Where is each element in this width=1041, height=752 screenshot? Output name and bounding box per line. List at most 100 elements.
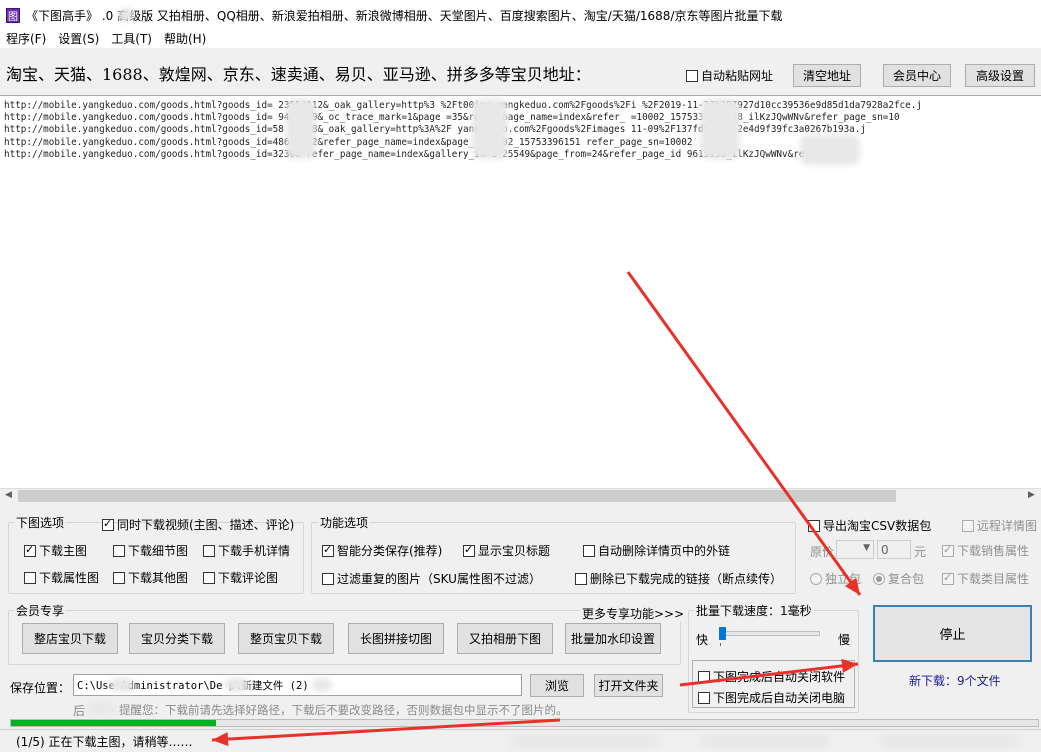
download-other-image-option[interactable]: 下载其他图 bbox=[113, 569, 188, 586]
export-csv-option[interactable]: 导出淘宝CSV数据包 bbox=[808, 517, 931, 534]
download-review-image-option[interactable]: 下载评论图 bbox=[203, 569, 278, 586]
member-title: 会员专享 bbox=[14, 602, 67, 619]
whole-store-download-button[interactable]: 整店宝贝下载 bbox=[22, 623, 118, 654]
price-value: 0 bbox=[881, 542, 889, 557]
filter-duplicate-option[interactable]: 过滤重复的图片（SKU属性图不过滤） bbox=[322, 570, 541, 587]
category-download-button[interactable]: 宝贝分类下载 bbox=[129, 623, 225, 654]
long-image-stitch-button[interactable]: 长图拼接切图 bbox=[348, 623, 444, 654]
checkbox[interactable] bbox=[24, 543, 36, 557]
chevron-down-icon: ▼ bbox=[863, 543, 870, 553]
radio[interactable] bbox=[873, 572, 885, 585]
more-features-link[interactable]: 更多专享功能>>> bbox=[580, 605, 687, 622]
option-label: 独立包 bbox=[825, 572, 862, 586]
menu-bar: 程序(F) 设置(S) 工具(T) 帮助(H) bbox=[0, 30, 1041, 48]
menu-tools[interactable]: 工具(T) bbox=[105, 30, 158, 48]
tick-mark bbox=[720, 643, 721, 646]
window-title: 《下图高手》 .0 高级版 又拍相册、QQ相册、新浪爱拍相册、新浪微博相册、天堂… bbox=[26, 8, 783, 23]
option-label: 导出淘宝CSV数据包 bbox=[823, 519, 932, 533]
checkbox[interactable] bbox=[575, 572, 587, 585]
checkbox[interactable] bbox=[583, 544, 595, 557]
price-operator-select[interactable]: ▼ bbox=[836, 540, 874, 559]
checkbox[interactable] bbox=[698, 691, 710, 704]
download-options-title: 下图选项 bbox=[14, 514, 67, 531]
remove-external-links-option[interactable]: 自动删除详情页中的外链 bbox=[583, 542, 730, 559]
download-mobile-detail-option[interactable]: 下载手机详情 bbox=[203, 542, 290, 559]
option-label: 下载细节图 bbox=[128, 544, 189, 558]
advanced-settings-button[interactable]: 高级设置 bbox=[965, 64, 1035, 87]
auto-paste-label: 自动粘贴网址 bbox=[701, 69, 774, 83]
menu-settings[interactable]: 设置(S) bbox=[52, 30, 105, 48]
download-video-option[interactable]: 同时下载视频(主图、描述、评论) bbox=[102, 516, 294, 533]
redaction-blur bbox=[118, 8, 134, 22]
clear-url-button[interactable]: 清空地址 bbox=[793, 64, 861, 87]
whole-page-download-button[interactable]: 整页宝贝下载 bbox=[238, 623, 334, 654]
category-attr-option[interactable]: 下载类目属性 bbox=[942, 570, 1029, 587]
remote-detail-option[interactable]: 远程详情图 bbox=[962, 517, 1037, 534]
independent-package-radio[interactable]: 独立包 bbox=[810, 570, 861, 587]
url-textarea[interactable]: http://mobile.yangkeduo.com/goods.html?g… bbox=[0, 95, 1041, 488]
radio[interactable] bbox=[810, 572, 822, 585]
scroll-left-icon[interactable]: ◀ bbox=[5, 488, 12, 503]
option-label: 下图完成后自动关闭电脑 bbox=[713, 691, 846, 705]
download-video-checkbox[interactable] bbox=[102, 517, 114, 531]
checkbox[interactable] bbox=[942, 571, 954, 585]
smart-classify-option[interactable]: 智能分类保存(推荐) bbox=[322, 542, 442, 559]
auto-paste-checkbox[interactable] bbox=[686, 69, 698, 82]
batch-watermark-button[interactable]: 批量加水印设置 bbox=[565, 623, 661, 654]
function-options-title: 功能选项 bbox=[318, 514, 371, 531]
url-line: http://mobile.yangkeduo.com/goods.html?g… bbox=[4, 112, 900, 124]
checkbox[interactable] bbox=[203, 544, 215, 557]
composite-package-radio[interactable]: 复合包 bbox=[873, 570, 924, 587]
redaction-blur bbox=[286, 99, 316, 159]
save-path-input[interactable]: C:\Use Administrator\De p\新建文件 (2) bbox=[73, 674, 522, 696]
price-label: 原价 bbox=[810, 545, 835, 559]
price-value-input[interactable]: 0 bbox=[877, 540, 911, 559]
checkbox[interactable] bbox=[698, 670, 710, 683]
checkbox[interactable] bbox=[463, 543, 475, 557]
speed-slow-label: 慢 bbox=[838, 633, 851, 647]
sales-attr-option[interactable]: 下载销售属性 bbox=[942, 542, 1029, 559]
speed-slider-thumb[interactable] bbox=[719, 627, 726, 640]
checkbox[interactable] bbox=[942, 543, 954, 557]
checkbox[interactable] bbox=[962, 519, 974, 532]
redaction-blur bbox=[510, 734, 660, 748]
stop-button[interactable]: 停止 bbox=[873, 605, 1032, 662]
delete-downloaded-links-option[interactable]: 删除已下载完成的链接（断点续传） bbox=[575, 570, 782, 587]
download-detail-image-option[interactable]: 下载细节图 bbox=[113, 542, 188, 559]
option-label: 下载类目属性 bbox=[957, 572, 1030, 586]
auto-close-app-option[interactable]: 下图完成后自动关闭软件 bbox=[698, 668, 845, 685]
auto-shutdown-option[interactable]: 下图完成后自动关闭电脑 bbox=[698, 689, 845, 706]
tip-text: 提醒您：下载前请先选择好路径，下载后不要改变路径，否则数据包中显示不了图片的。 bbox=[119, 703, 568, 717]
open-folder-button[interactable]: 打开文件夹 bbox=[594, 674, 663, 697]
checkbox[interactable] bbox=[808, 519, 820, 532]
menu-help[interactable]: 帮助(H) bbox=[158, 30, 212, 48]
browse-button[interactable]: 浏览 bbox=[530, 674, 584, 697]
member-center-button[interactable]: 会员中心 bbox=[883, 64, 951, 87]
checkbox[interactable] bbox=[322, 543, 334, 557]
youpai-album-button[interactable]: 又拍相册下图 bbox=[457, 623, 553, 654]
url-line: http://mobile.yangkeduo.com/goods.html?g… bbox=[4, 124, 866, 136]
speed-slider-track[interactable] bbox=[719, 631, 820, 636]
checkbox[interactable] bbox=[203, 571, 215, 584]
checkbox[interactable] bbox=[113, 544, 125, 557]
option-label: 下载评论图 bbox=[218, 571, 279, 585]
download-progress-bar bbox=[10, 719, 1039, 727]
show-item-title-option[interactable]: 显示宝贝标题 bbox=[463, 542, 550, 559]
auto-paste-option[interactable]: 自动粘贴网址 bbox=[686, 67, 773, 84]
download-attribute-image-option[interactable]: 下载属性图 bbox=[24, 569, 99, 586]
checkbox[interactable] bbox=[24, 571, 36, 584]
checkbox[interactable] bbox=[322, 572, 334, 585]
checkbox[interactable] bbox=[113, 571, 125, 584]
option-label: 自动删除详情页中的外链 bbox=[598, 544, 731, 558]
option-label: 下载属性图 bbox=[39, 571, 100, 585]
redaction-blur bbox=[86, 702, 116, 716]
scroll-right-icon[interactable]: ▶ bbox=[1028, 488, 1035, 503]
tip-prefix: 后 bbox=[73, 704, 86, 718]
option-label: 显示宝贝标题 bbox=[478, 544, 551, 558]
download-main-image-option[interactable]: 下载主图 bbox=[24, 542, 87, 559]
scroll-thumb[interactable] bbox=[18, 490, 896, 502]
menu-program[interactable]: 程序(F) bbox=[0, 30, 52, 48]
redaction-blur bbox=[312, 678, 332, 692]
price-unit: 元 bbox=[914, 545, 927, 559]
option-label: 下载主图 bbox=[39, 544, 88, 558]
